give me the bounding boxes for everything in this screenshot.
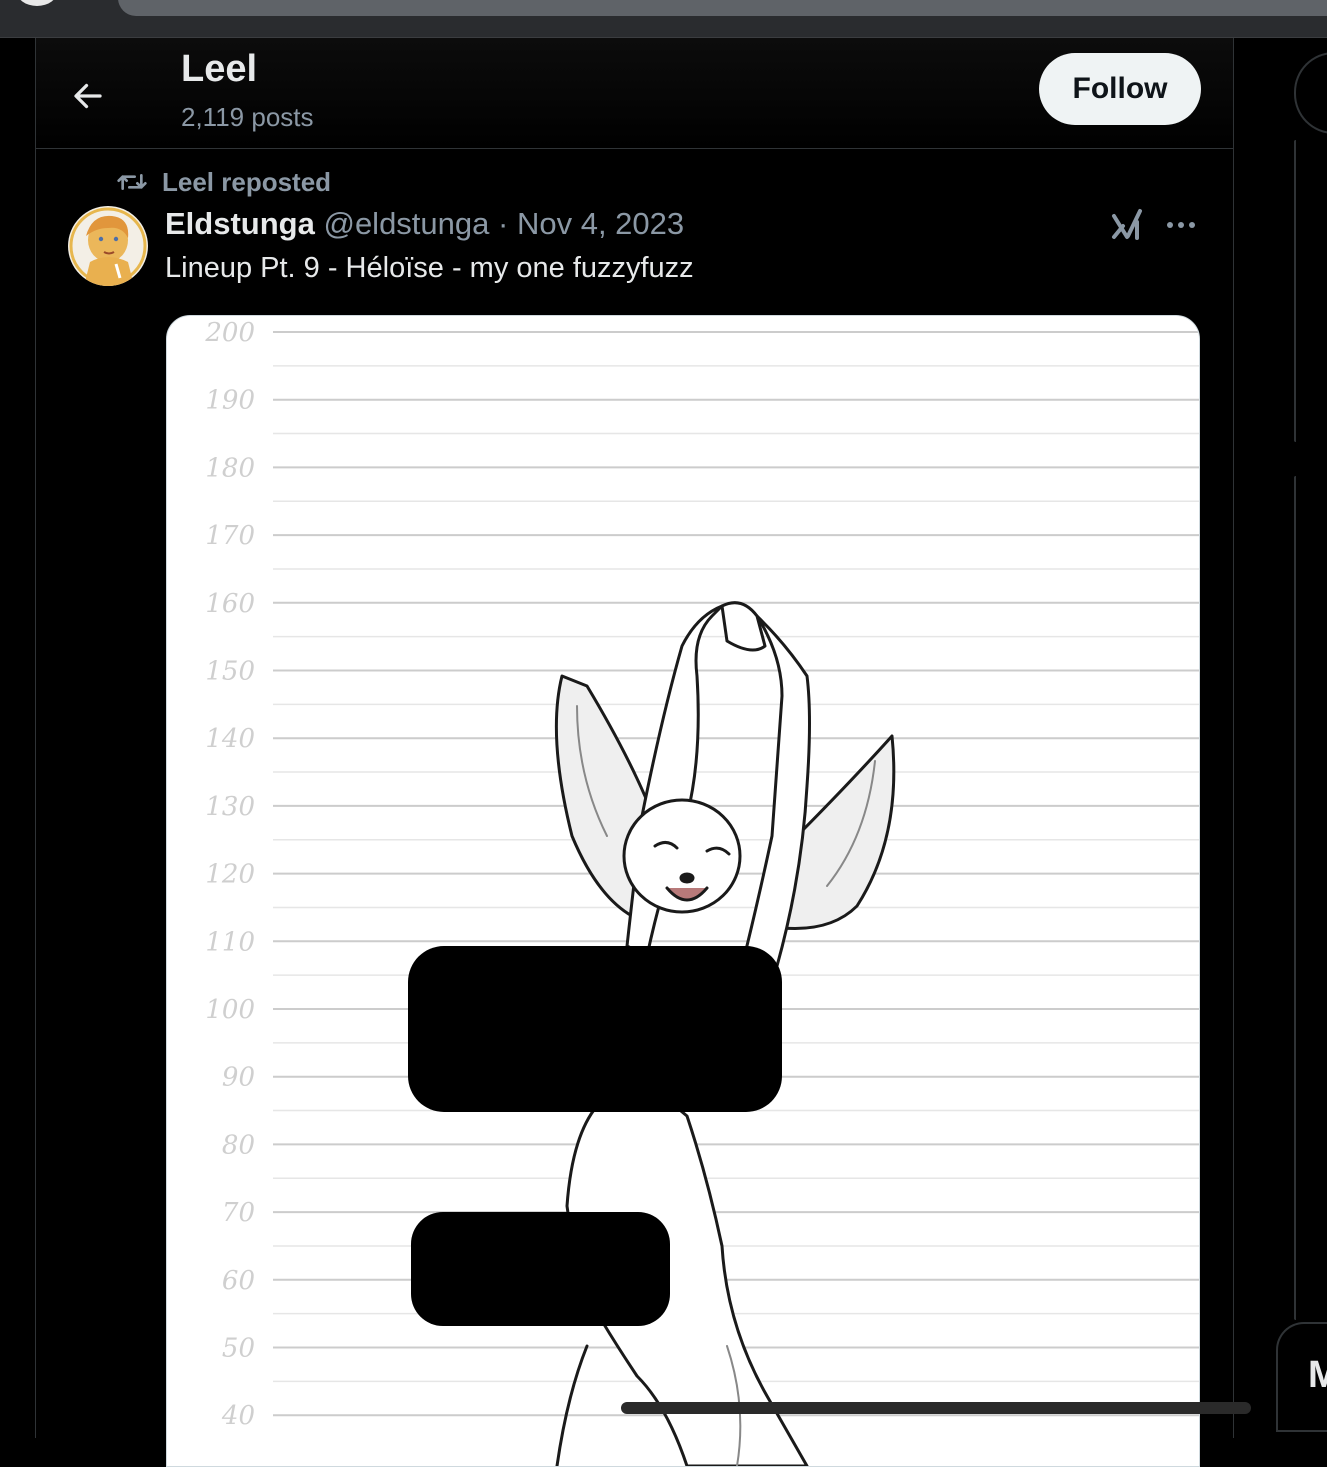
- post-header: Eldstunga @eldstunga · Nov 4, 2023: [165, 206, 684, 242]
- scale-tick-label: 180: [205, 453, 255, 483]
- browser-avatar-icon[interactable]: [16, 0, 58, 6]
- scale-tick-label: 130: [205, 792, 255, 822]
- scale-tick-label: 90: [222, 1063, 255, 1093]
- messages-label: M: [1308, 1354, 1327, 1396]
- sidebar-card-secondary: [1294, 476, 1296, 1320]
- follow-button[interactable]: Follow: [1039, 53, 1201, 125]
- grok-icon[interactable]: [1110, 206, 1146, 242]
- scale-tick-label: 140: [205, 724, 255, 754]
- scale-tick-label: 160: [205, 589, 255, 619]
- profile-name: Leel: [181, 48, 258, 90]
- browser-address-bar[interactable]: [118, 0, 1327, 16]
- scale-tick-label: 190: [205, 386, 255, 416]
- scale-tick-label: 200: [204, 318, 255, 348]
- scale-tick-label: 120: [205, 860, 255, 890]
- author-name[interactable]: Eldstunga: [165, 206, 315, 241]
- repost-icon: [117, 173, 147, 190]
- scale-tick-label: 40: [221, 1401, 255, 1431]
- author-avatar[interactable]: [68, 206, 148, 286]
- post-date[interactable]: Nov 4, 2023: [517, 206, 684, 241]
- home-indicator: [621, 1402, 1251, 1414]
- scale-tick-label: 80: [222, 1130, 255, 1160]
- profile-header: Leel 2,119 posts Follow: [36, 38, 1233, 149]
- post-image[interactable]: 200 190 180 170 160 150 140 130 120 110 100 90 80 70 6…: [166, 315, 1200, 1467]
- scale-tick-label: 110: [205, 927, 255, 957]
- back-button[interactable]: [62, 70, 114, 122]
- repost-label: Leel reposted: [162, 166, 332, 197]
- repost-indicator[interactable]: Leel reposted: [116, 166, 331, 198]
- censor-block-upper: [408, 946, 782, 1112]
- scale-tick-label: 100: [205, 995, 255, 1025]
- browser-toolbar: [0, 0, 1327, 38]
- author-handle[interactable]: @eldstunga: [323, 206, 489, 241]
- more-horizontal-icon[interactable]: [1164, 208, 1198, 242]
- meta-separator: ·: [498, 206, 509, 241]
- lineup-drawing: 200 190 180 170 160 150 140 130 120 110 100 90 80 70 6…: [204, 318, 1199, 1466]
- post-text: Lineup Pt. 9 - Héloïse - my one fuzzyfuz…: [165, 252, 694, 284]
- scale-tick-label: 50: [222, 1334, 255, 1364]
- search-button[interactable]: [1294, 52, 1327, 134]
- scale-tick-label: 170: [205, 521, 255, 551]
- main-column: Leel 2,119 posts Follow Leel reposted El…: [35, 38, 1234, 1467]
- censor-block-lower: [411, 1212, 670, 1326]
- arrow-left-icon: [74, 83, 102, 109]
- posts-count: 2,119 posts: [181, 102, 314, 132]
- sidebar-card: [1294, 140, 1296, 442]
- scale-tick-label: 70: [222, 1198, 255, 1228]
- character-illustration: [408, 601, 896, 1466]
- scale-tick-label: 60: [222, 1266, 255, 1296]
- messages-button[interactable]: M: [1276, 1322, 1327, 1432]
- scale-tick-label: 150: [205, 657, 255, 687]
